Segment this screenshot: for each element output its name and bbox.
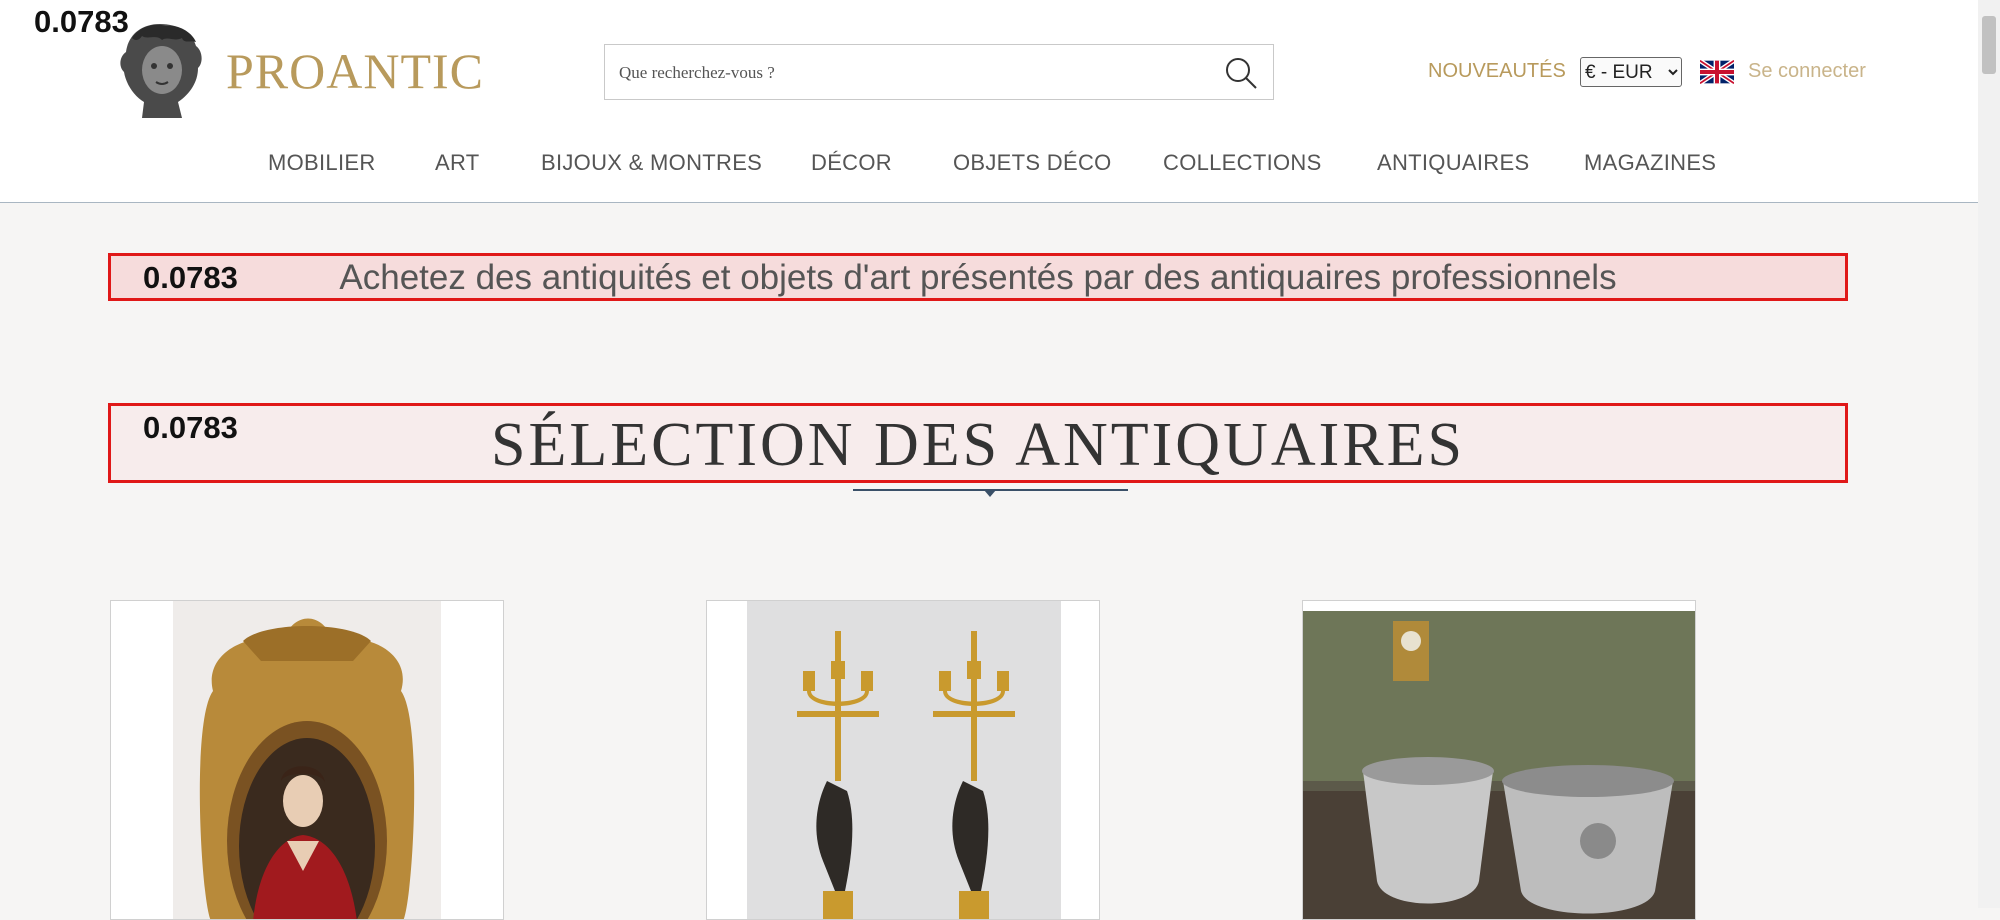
scrollbar-thumb[interactable]: [1982, 16, 1996, 74]
nav-item-objets-deco[interactable]: OBJETS DÉCO: [953, 150, 1112, 176]
tagline-banner: Achetez des antiquités et objets d'art p…: [108, 253, 1848, 301]
login-link[interactable]: Se connecter: [1748, 60, 1866, 83]
nav-item-decor[interactable]: DÉCOR: [811, 150, 892, 176]
portrait-mirror-image[interactable]: [173, 601, 441, 920]
search-input[interactable]: [617, 45, 1201, 101]
product-card[interactable]: [1302, 600, 1696, 920]
nav-item-magazines[interactable]: MAGAZINES: [1584, 150, 1716, 176]
search-bar: [604, 44, 1274, 101]
tagline-text: Achetez des antiquités et objets d'art p…: [339, 258, 1617, 297]
score-label-section: 0.0783: [143, 410, 238, 445]
section-title: SÉLECTION DES ANTIQUAIRES: [491, 411, 1465, 479]
search-icon[interactable]: [1223, 55, 1259, 91]
silver-coolers-image[interactable]: [1303, 611, 1696, 920]
nav-item-art[interactable]: ART: [435, 150, 480, 176]
uk-flag-icon[interactable]: [1700, 60, 1734, 84]
nav-item-collections[interactable]: COLLECTIONS: [1163, 150, 1322, 176]
divider-arrow-icon: [984, 490, 996, 497]
site-header: PROANTIC NOUVEAUTÉS € - EUR Se connecter…: [0, 0, 1978, 203]
site-logo[interactable]: PROANTIC: [226, 42, 484, 100]
nav-item-antiquaires[interactable]: ANTIQUAIRES: [1377, 150, 1529, 176]
currency-select[interactable]: € - EUR: [1580, 57, 1682, 87]
score-label-banner: 0.0783: [143, 260, 238, 295]
page-scrollbar[interactable]: [1978, 0, 2000, 908]
section-heading-box: SÉLECTION DES ANTIQUAIRES 0.0783: [108, 403, 1848, 483]
score-label-corner: 0.0783: [34, 4, 129, 39]
product-card[interactable]: [706, 600, 1100, 920]
nav-item-bijoux-montres[interactable]: BIJOUX & MONTRES: [541, 150, 762, 176]
nouveautes-link[interactable]: NOUVEAUTÉS: [1428, 60, 1566, 83]
nav-item-mobilier[interactable]: MOBILIER: [268, 150, 376, 176]
product-card[interactable]: [110, 600, 504, 920]
main-nav: MOBILIER ART BIJOUX & MONTRES DÉCOR OBJE…: [0, 150, 1978, 180]
candelabra-image[interactable]: [747, 601, 1061, 920]
